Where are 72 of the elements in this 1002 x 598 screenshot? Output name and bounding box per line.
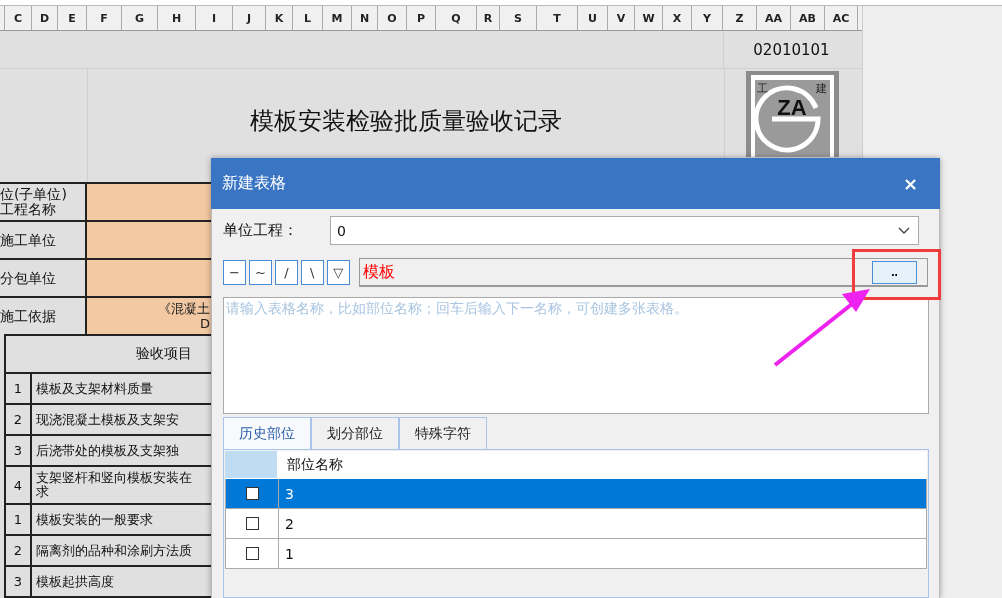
table-cell: 模板安装的一般要求	[36, 512, 153, 527]
column-header[interactable]: AB	[791, 6, 825, 30]
symbol-button[interactable]: ▽	[326, 260, 350, 285]
column-header[interactable]: T	[537, 6, 578, 30]
names-input[interactable]: 请输入表格名称，比如部位名称；回车后输入下一名称，可创建多张表格。	[223, 297, 929, 414]
column-header[interactable]: Q	[436, 6, 477, 30]
table-cell: 4	[6, 467, 32, 503]
grid-row[interactable]: 1	[225, 539, 927, 569]
column-header[interactable]: S	[500, 6, 537, 30]
tab[interactable]: 划分部位	[311, 417, 399, 449]
symbol-button[interactable]: /	[274, 260, 298, 285]
table-cell-text: 3	[284, 484, 295, 504]
table-cell: 2	[6, 536, 32, 565]
column-header[interactable]: Y	[692, 6, 723, 30]
column-header[interactable]: D	[32, 6, 58, 30]
table-cell: 1	[6, 374, 32, 403]
column-header[interactable]: N	[352, 6, 378, 30]
table-cell-text: 1	[284, 544, 295, 564]
column-header[interactable]: C	[5, 6, 32, 30]
browse-button[interactable]: ..	[872, 260, 917, 284]
table-cell: 3	[6, 567, 32, 596]
column-header[interactable]: O	[378, 6, 407, 30]
column-header[interactable]: X	[663, 6, 692, 30]
tab[interactable]: 历史部位	[223, 417, 311, 449]
column-header[interactable]: U	[578, 6, 608, 30]
table-cell: 1	[6, 505, 32, 534]
grid-row[interactable]: 3	[225, 479, 927, 509]
symbol-button[interactable]: −	[223, 260, 246, 285]
checkbox[interactable]	[245, 517, 259, 530]
table-cell: 支架竖杆和竖向模板安装在	[36, 471, 192, 485]
table-cell: 求	[36, 485, 49, 499]
column-header[interactable]: M	[323, 6, 352, 30]
column-header[interactable]: P	[407, 6, 436, 30]
close-button[interactable]: ×	[890, 173, 930, 194]
column-header[interactable]: K	[266, 6, 293, 30]
table-cell: 后浇带处的模板及支架独	[36, 443, 179, 458]
column-header: 部位名称	[286, 454, 344, 474]
column-header[interactable]: AA	[757, 6, 791, 30]
field-value: 《混凝土 D	[87, 298, 210, 334]
grid-row[interactable]: 2	[225, 509, 927, 539]
column-header[interactable]: W	[635, 6, 663, 30]
checkbox[interactable]	[245, 487, 259, 500]
column-header[interactable]: F	[87, 6, 122, 30]
symbol-button[interactable]: \	[300, 260, 324, 285]
column-header[interactable]: L	[293, 6, 323, 30]
column-header[interactable]: V	[608, 6, 635, 30]
name-field[interactable]: 模板 ..	[358, 258, 928, 287]
table-cell: 现浇混凝土模板及支架安	[36, 412, 179, 427]
table-cell-text: 2	[284, 514, 295, 534]
table-cell: 3	[6, 436, 32, 465]
tab[interactable]: 特殊字符	[399, 417, 487, 449]
column-header[interactable]: R	[477, 6, 500, 30]
column-header[interactable]: G	[122, 6, 158, 30]
column-header	[225, 451, 277, 478]
table-cell: 2	[6, 405, 32, 434]
table-cell: 模板及支架材料质量	[36, 381, 153, 396]
column-header[interactable]: H	[158, 6, 196, 30]
column-header[interactable]: Z	[723, 6, 757, 30]
dropdown-field[interactable]: 0	[330, 216, 919, 245]
column-header[interactable]: AC	[825, 6, 858, 30]
symbol-button[interactable]: ~	[248, 260, 272, 285]
field-label: 单位工程：	[223, 221, 299, 240]
logo: ZA 工 建	[746, 71, 839, 157]
table-cell: 隔离剂的品种和涂刷方法质	[36, 543, 192, 558]
column-header[interactable]: I	[196, 6, 233, 30]
form-code: 02010101	[723, 32, 859, 68]
checkbox[interactable]	[245, 547, 259, 560]
column-header[interactable]: J	[233, 6, 266, 30]
dialog-title: 新建表格	[222, 173, 286, 194]
column-header[interactable]: E	[58, 6, 87, 30]
chevron-down-icon	[898, 226, 910, 235]
table-cell: 模板起拱高度	[36, 574, 114, 589]
